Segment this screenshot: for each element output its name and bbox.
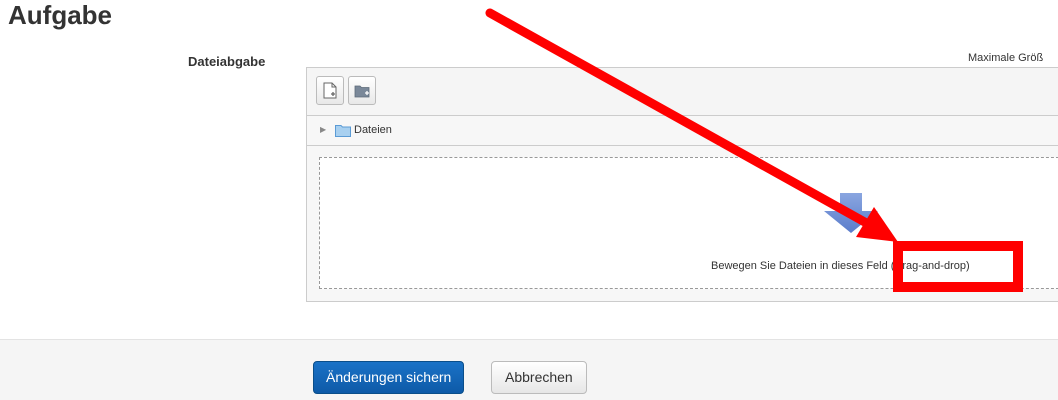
create-folder-icon: [354, 85, 370, 97]
add-file-button[interactable]: [316, 76, 344, 105]
path-folder-label[interactable]: Dateien: [354, 124, 392, 136]
form-footer: Änderungen sichern Abbrechen: [0, 339, 1058, 400]
add-file-icon: [323, 82, 337, 99]
drop-arrow-icon: [822, 193, 880, 238]
annotation-highlight-box: [893, 241, 1023, 292]
file-manager-path: ▶ Dateien: [307, 116, 1058, 146]
triangle-right-icon[interactable]: ▶: [320, 125, 326, 134]
folder-icon: [335, 124, 351, 140]
page-title: Aufgabe: [8, 0, 112, 30]
create-folder-button[interactable]: [348, 76, 376, 105]
file-submission-label: Dateiabgabe: [188, 54, 266, 69]
cancel-button[interactable]: Abbrechen: [491, 361, 587, 394]
file-manager-toolbar: [307, 68, 1058, 116]
max-size-info: Maximale Größ: [968, 52, 1044, 64]
save-changes-button[interactable]: Änderungen sichern: [313, 361, 465, 394]
